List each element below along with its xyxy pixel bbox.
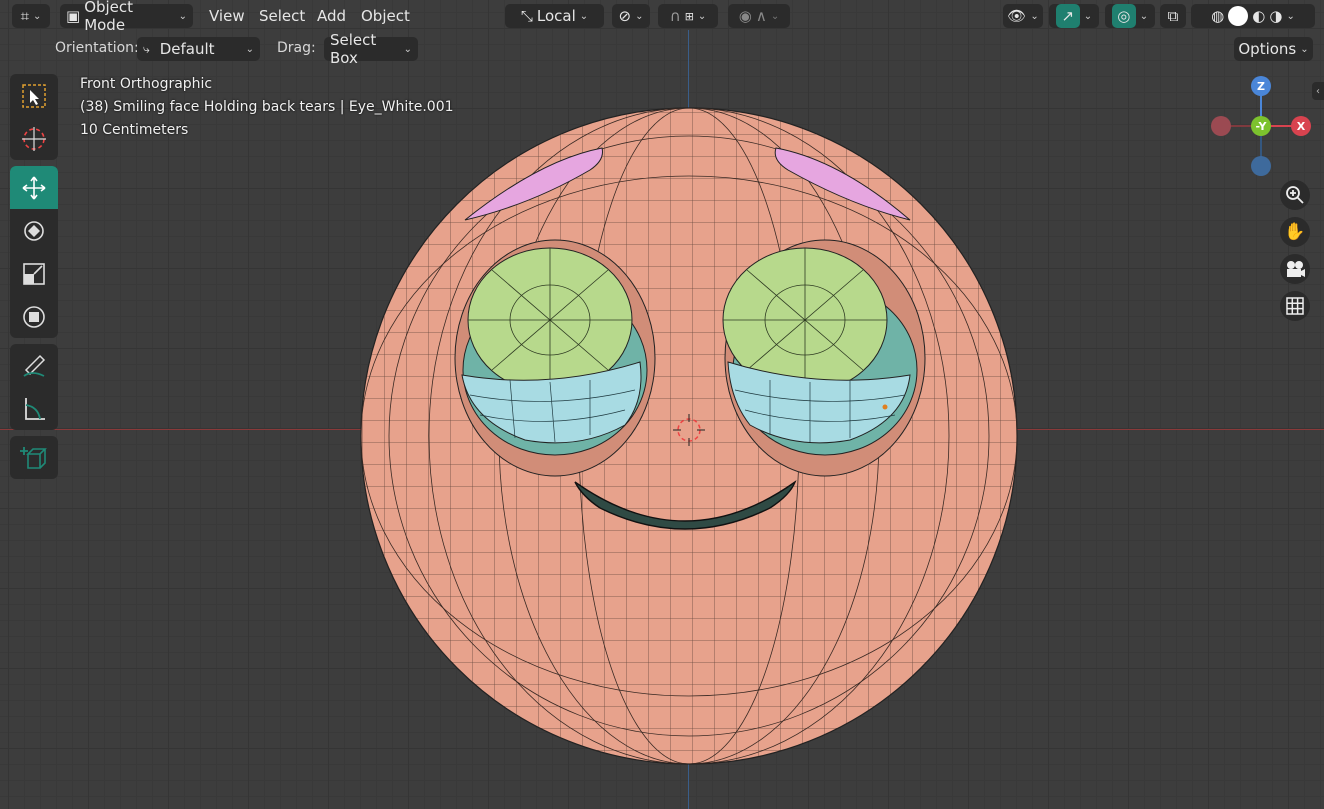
- drag-value: Select Box: [330, 31, 377, 67]
- move-tool[interactable]: [10, 166, 58, 209]
- orientation-label: Orientation:: [55, 40, 139, 56]
- camera-view-button[interactable]: [1280, 254, 1310, 284]
- proportional-edit-icon: ◉: [738, 7, 752, 25]
- hand-pan-icon: ✋: [1284, 222, 1306, 242]
- menu-view[interactable]: View: [209, 4, 245, 28]
- viewport-header: ⌗ ⌄ ▣ Object Mode ⌄ View Select Add Objec…: [0, 0, 1324, 34]
- eye-icon: 👁: [1007, 7, 1027, 25]
- move-icon: [22, 176, 46, 199]
- object-info: (38) Smiling face Holding back tears | E…: [80, 99, 454, 115]
- tool-settings-bar: Orientation: ⤷ Default ⌄ Drag: Select Bo…: [0, 31, 1324, 67]
- zoom-button[interactable]: [1280, 180, 1310, 210]
- options-dropdown[interactable]: Options ⌄: [1234, 37, 1313, 61]
- gizmo-neg-x-axis[interactable]: [1211, 116, 1231, 136]
- scale-icon: [23, 262, 45, 285]
- gizmo-icon: ↗: [1055, 4, 1080, 28]
- transform-icon: [23, 305, 45, 328]
- object-mode-icon: ▣: [66, 7, 81, 25]
- toolbar-add-group: [10, 436, 58, 479]
- view-name: Front Orthographic: [80, 76, 213, 92]
- orientation-axes-icon: ⤡: [520, 7, 533, 25]
- 3d-viewport[interactable]: [0, 0, 1324, 809]
- annotate-icon: [23, 354, 46, 377]
- orientation-dropdown[interactable]: ⤷ Default ⌄: [137, 37, 260, 61]
- options-label: Options: [1238, 40, 1297, 58]
- measure-icon: [25, 397, 45, 420]
- wireframe-shading-icon[interactable]: ◍: [1211, 7, 1224, 25]
- snap-button[interactable]: ∩ ⊞ ⌄: [658, 4, 718, 28]
- ortho-toggle-button[interactable]: [1280, 291, 1310, 321]
- scale-tool[interactable]: [10, 252, 58, 295]
- menu-object[interactable]: Object: [361, 4, 410, 28]
- overlays-toggle[interactable]: ◎ ⌄: [1105, 4, 1155, 28]
- scale-info: 10 Centimeters: [80, 122, 189, 138]
- pan-button[interactable]: ✋: [1280, 217, 1310, 247]
- gizmo-neg-z-axis[interactable]: [1251, 156, 1271, 176]
- transform-tool[interactable]: [10, 295, 58, 338]
- add-cube-icon: [20, 446, 47, 469]
- transform-orientation-dropdown[interactable]: ⤡ Local ⌄: [505, 4, 604, 28]
- drag-dropdown[interactable]: Select Box ⌄: [324, 31, 418, 67]
- xray-toggle[interactable]: ⧉: [1160, 4, 1186, 28]
- transform-orientation-label: Local: [536, 7, 576, 25]
- orientation-icon: ⤷: [143, 41, 150, 56]
- drag-label: Drag:: [277, 40, 316, 56]
- head-wireframe: [361, 108, 1017, 764]
- mode-label: Object Mode: [84, 0, 134, 34]
- rendered-shading-icon[interactable]: ◑: [1269, 7, 1282, 25]
- toolbar-transform-group: [10, 166, 58, 338]
- gizmo-neg-y-axis[interactable]: -Y: [1251, 116, 1271, 136]
- pivot-point-button[interactable]: ⊘ ⌄: [612, 4, 650, 28]
- origin-point: [882, 404, 888, 410]
- shading-modes: ◍ ◐ ◑ ⌄: [1191, 4, 1315, 28]
- emoji-face-model[interactable]: [340, 90, 1040, 770]
- gizmo-z-axis[interactable]: Z: [1251, 76, 1271, 96]
- annotate-tool[interactable]: [10, 344, 58, 387]
- solid-shading-icon[interactable]: [1228, 6, 1249, 26]
- material-shading-icon[interactable]: ◐: [1252, 7, 1265, 25]
- proportional-edit-button[interactable]: ◉ ∧ ⌄: [728, 4, 790, 28]
- measure-tool[interactable]: [10, 387, 58, 430]
- visibility-button[interactable]: 👁 ⌄: [1003, 4, 1043, 28]
- select-box-icon: [22, 83, 46, 108]
- grid-axis-icon: ⌗: [20, 7, 30, 25]
- pivot-icon: ⊘: [618, 7, 632, 25]
- rotate-icon: [24, 220, 44, 241]
- orientation-value: Default: [159, 40, 215, 58]
- snap-increment-icon: ⊞: [684, 9, 694, 23]
- overlays-icon: ◎: [1111, 4, 1136, 28]
- editor-type-button[interactable]: ⌗ ⌄: [12, 4, 50, 28]
- cursor-tool[interactable]: [10, 117, 58, 160]
- add-cube-tool[interactable]: [10, 436, 58, 479]
- menu-add[interactable]: Add: [317, 4, 346, 28]
- cursor-icon: [22, 126, 46, 151]
- select-box-tool[interactable]: [10, 74, 58, 117]
- toolbar-annotate-group: [10, 344, 58, 430]
- gizmo-toggle[interactable]: ↗ ⌄: [1049, 4, 1099, 28]
- camera-icon: [1287, 261, 1305, 277]
- toolbar-select-group: [10, 74, 58, 160]
- magnet-icon: ∩: [669, 7, 681, 25]
- xray-icon: ⧉: [1167, 7, 1179, 25]
- menu-select[interactable]: Select: [259, 4, 305, 28]
- mode-dropdown[interactable]: ▣ Object Mode ⌄: [60, 0, 193, 34]
- falloff-icon: ∧: [755, 7, 767, 25]
- grid-ortho-icon: [1286, 297, 1304, 315]
- gizmo-x-axis[interactable]: X: [1291, 116, 1311, 136]
- rotate-tool[interactable]: [10, 209, 58, 252]
- zoom-icon: [1286, 186, 1304, 204]
